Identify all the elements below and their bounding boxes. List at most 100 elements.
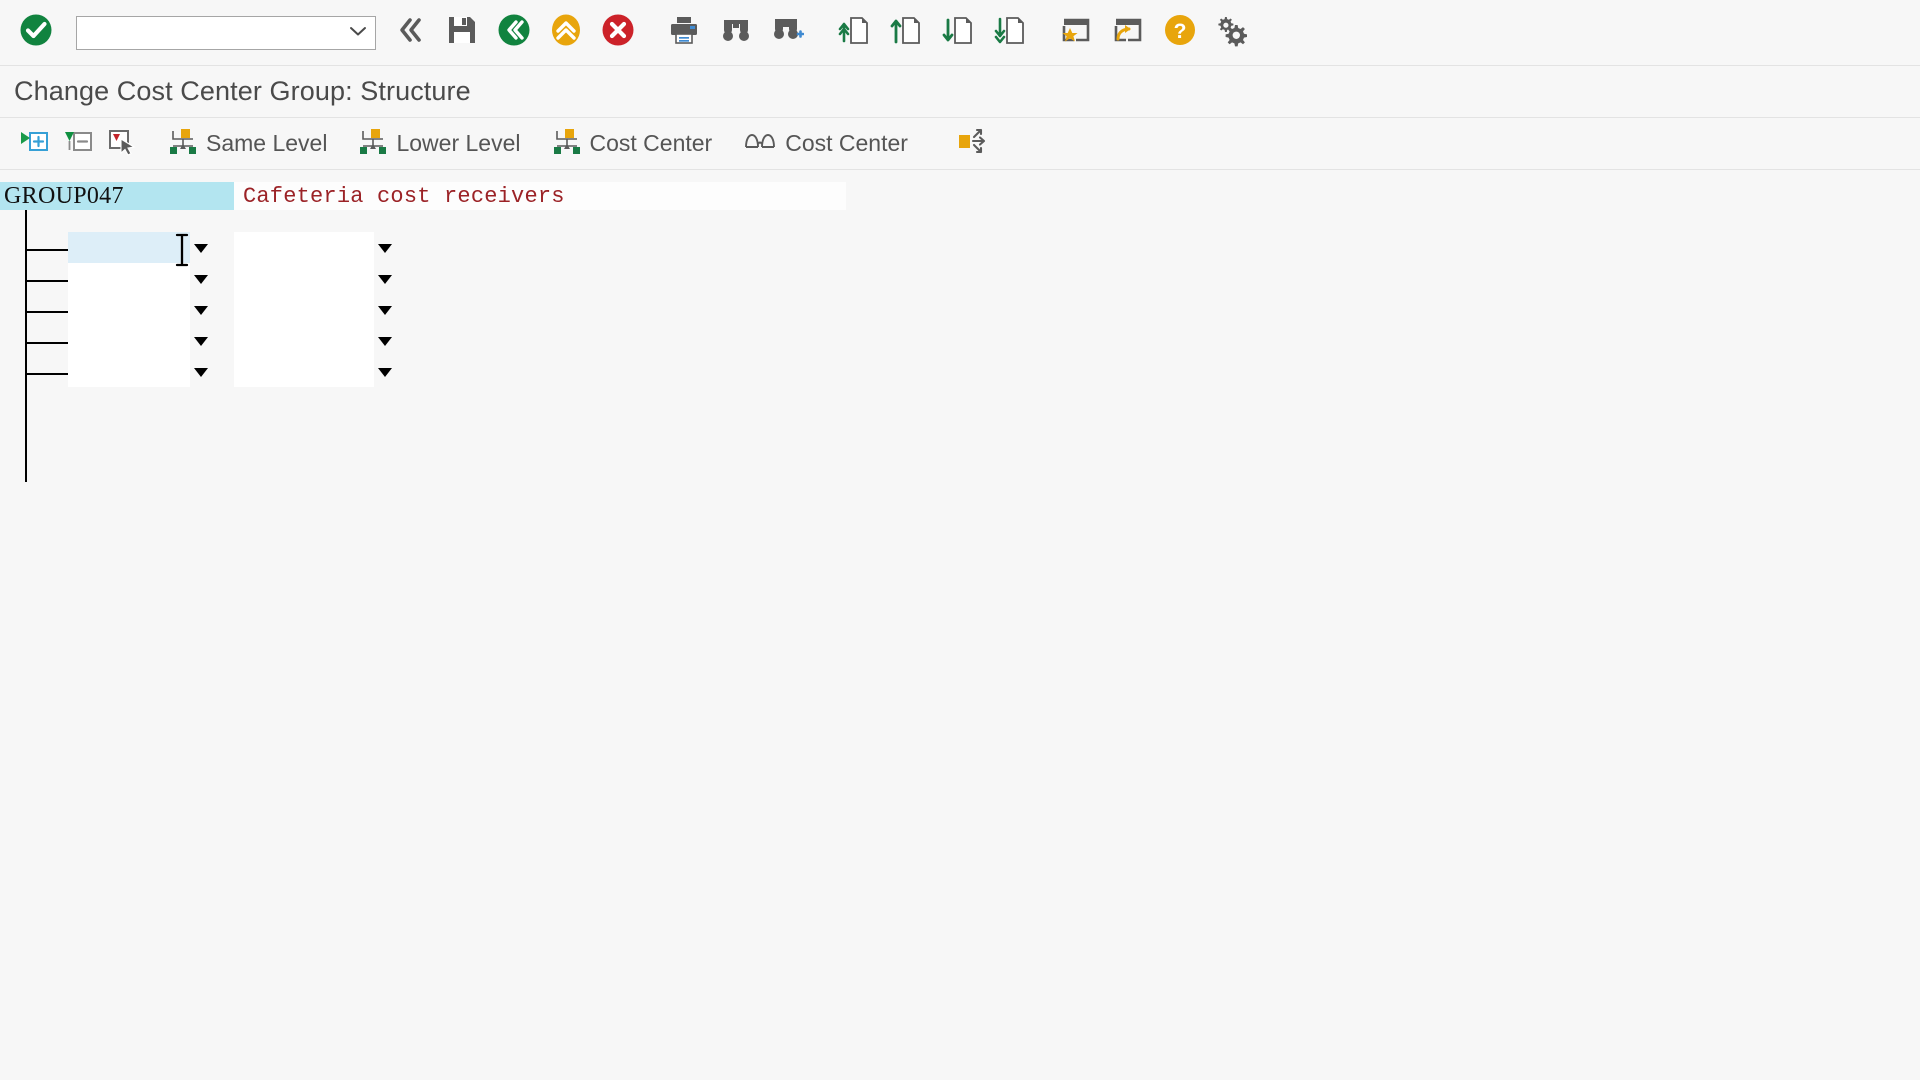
cost-center-display-label: Cost Center: [785, 130, 908, 156]
table-row[interactable]: [68, 294, 396, 325]
group-description-input-cell[interactable]: [234, 232, 374, 263]
expand-node-button[interactable]: [12, 122, 56, 166]
table-row[interactable]: [68, 356, 396, 387]
group-key-input[interactable]: [68, 263, 190, 294]
last-page-button[interactable]: [984, 7, 1036, 59]
select-node-icon: [107, 126, 137, 161]
root-node-key[interactable]: GROUP047: [0, 182, 234, 210]
group-key-input-cell[interactable]: [68, 356, 190, 387]
group-key-input[interactable]: [68, 294, 190, 325]
group-description-input[interactable]: [234, 325, 374, 356]
cancel-button[interactable]: [540, 7, 592, 59]
help-button[interactable]: ?: [1154, 7, 1206, 59]
root-node-description[interactable]: Cafeteria cost receivers: [234, 182, 846, 210]
group-key-input-cell[interactable]: [68, 232, 190, 263]
cost-center-insert-label: Cost Center: [589, 130, 713, 156]
back-icon: [393, 13, 427, 52]
collapse-node-button[interactable]: [56, 122, 100, 166]
group-key-input-cell[interactable]: [68, 325, 190, 356]
same-level-button[interactable]: Same Level: [162, 122, 334, 166]
help-icon: ?: [1163, 13, 1197, 52]
select-node-button[interactable]: [100, 122, 144, 166]
group-description-input[interactable]: [234, 294, 374, 325]
group-description-input[interactable]: [234, 356, 374, 387]
table-row[interactable]: [68, 263, 396, 294]
same-level-label: Same Level: [206, 130, 328, 156]
group-description-input-cell[interactable]: [234, 325, 374, 356]
table-row[interactable]: [68, 325, 396, 356]
previous-page-icon: [890, 14, 922, 51]
group-description-dropdown-icon[interactable]: [374, 325, 396, 356]
stop-icon: [601, 13, 635, 52]
group-description-input-cell[interactable]: [234, 263, 374, 294]
save-icon: [446, 14, 478, 51]
cost-center-insert-button[interactable]: Cost Center: [546, 122, 720, 166]
group-key-dropdown-icon[interactable]: [190, 263, 212, 294]
first-page-icon: [838, 14, 870, 51]
command-input[interactable]: [77, 16, 375, 49]
enter-ok-button[interactable]: [10, 7, 62, 59]
group-description-input[interactable]: [234, 232, 374, 263]
group-key-dropdown-icon[interactable]: [190, 325, 212, 356]
customize-icon: [1215, 13, 1249, 52]
svg-text:?: ?: [1174, 20, 1187, 43]
group-description-dropdown-icon[interactable]: [374, 263, 396, 294]
stop-transaction-button[interactable]: [592, 7, 644, 59]
page-title: Change Cost Center Group: Structure: [14, 76, 471, 106]
structure-work-area: GROUP047 Cafeteria cost receivers: [0, 170, 1920, 1080]
lower-level-button[interactable]: Lower Level: [352, 122, 527, 166]
glasses-icon: [744, 129, 776, 158]
hierarchy-icon: [169, 127, 197, 160]
create-shortcut-icon: [1060, 14, 1092, 51]
cancel-up-icon: [549, 13, 583, 52]
group-key-input-cell[interactable]: [68, 294, 190, 325]
group-description-dropdown-icon[interactable]: [374, 356, 396, 387]
enter-ok-icon: [19, 13, 53, 52]
find-icon: [720, 14, 752, 51]
group-key-dropdown-icon[interactable]: [190, 294, 212, 325]
group-key-input[interactable]: [68, 356, 190, 387]
expand-node-icon: [19, 126, 49, 161]
group-key-input-cell[interactable]: [68, 263, 190, 294]
group-description-dropdown-icon[interactable]: [374, 232, 396, 263]
exit-icon: [497, 13, 531, 52]
child-entry-rows: [68, 232, 396, 387]
exit-button[interactable]: [488, 7, 540, 59]
group-description-input[interactable]: [234, 263, 374, 294]
lower-level-label: Lower Level: [396, 130, 521, 156]
group-key-input[interactable]: [68, 232, 190, 263]
hierarchy-icon: [359, 127, 387, 160]
print-icon: [668, 14, 700, 51]
first-page-button[interactable]: [828, 7, 880, 59]
group-description-input-cell[interactable]: [234, 356, 374, 387]
find-next-icon: [772, 14, 805, 51]
next-page-button[interactable]: [932, 7, 984, 59]
previous-page-button[interactable]: [880, 7, 932, 59]
table-row[interactable]: [68, 232, 396, 263]
group-description-dropdown-icon[interactable]: [374, 294, 396, 325]
last-page-icon: [994, 14, 1026, 51]
group-key-dropdown-icon[interactable]: [190, 356, 212, 387]
group-description-input-cell[interactable]: [234, 294, 374, 325]
position-button[interactable]: [951, 122, 995, 166]
new-session-icon: [1112, 14, 1144, 51]
group-key-input[interactable]: [68, 325, 190, 356]
root-node-row[interactable]: GROUP047 Cafeteria cost receivers: [0, 182, 846, 210]
collapse-node-icon: [63, 126, 93, 161]
application-toolbar: Same Level Lower Level Cost Center Cost …: [0, 118, 1920, 170]
create-shortcut-button[interactable]: [1050, 7, 1102, 59]
new-session-button[interactable]: [1102, 7, 1154, 59]
cost-center-display-button[interactable]: Cost Center: [737, 122, 915, 166]
save-button[interactable]: [436, 7, 488, 59]
back-button[interactable]: [384, 7, 436, 59]
find-button[interactable]: [710, 7, 762, 59]
find-next-button[interactable]: [762, 7, 814, 59]
hierarchy-icon: [553, 127, 581, 160]
position-arrows-icon: [958, 127, 988, 160]
title-bar: Change Cost Center Group: Structure: [0, 66, 1920, 118]
group-key-dropdown-icon[interactable]: [190, 232, 212, 263]
customize-button[interactable]: [1206, 7, 1258, 59]
command-field[interactable]: [76, 15, 376, 50]
system-toolbar: ?: [0, 0, 1920, 66]
print-button[interactable]: [658, 7, 710, 59]
